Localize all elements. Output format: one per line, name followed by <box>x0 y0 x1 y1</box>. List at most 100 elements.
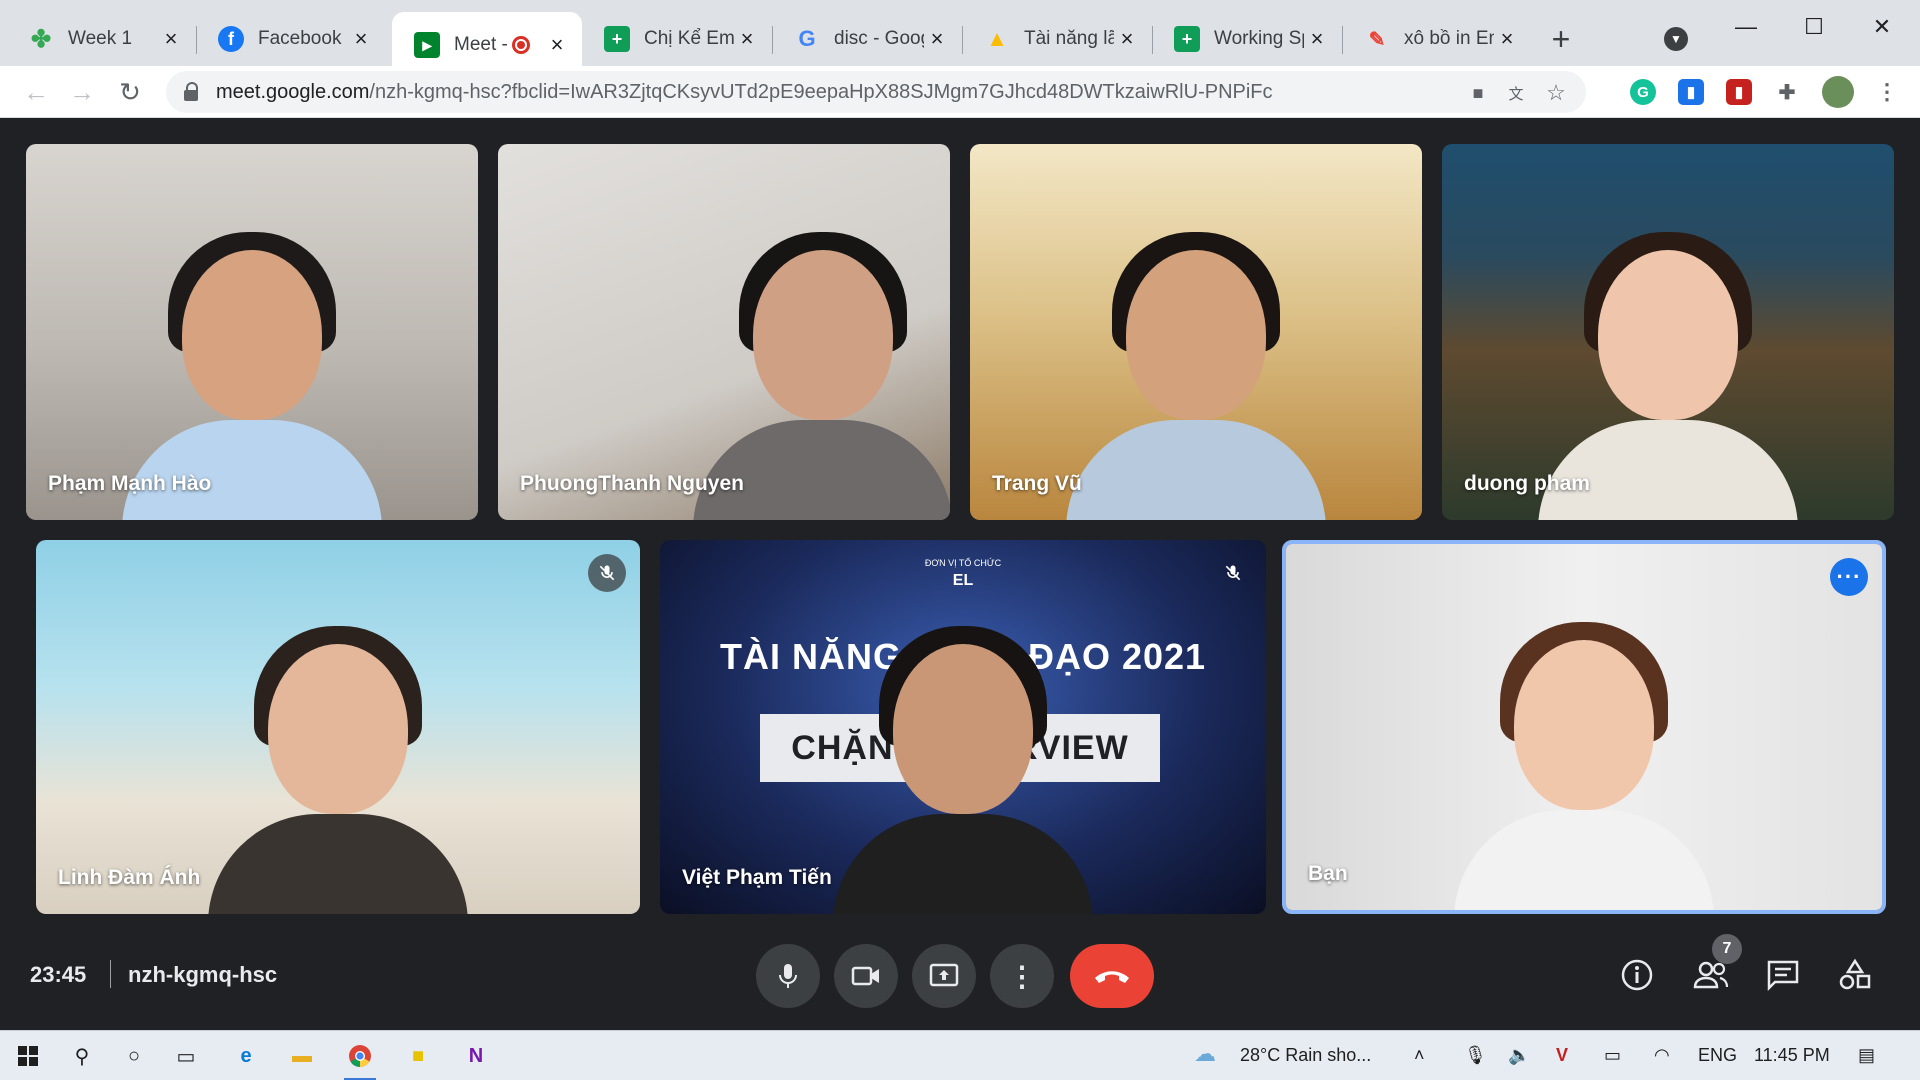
close-tab-icon[interactable]: × <box>924 26 950 52</box>
tab-translate[interactable]: ✎ xô bồ in Eng × <box>1342 12 1532 66</box>
microphone-button[interactable] <box>756 944 820 1008</box>
extensions-puzzle-icon[interactable]: ✚ <box>1774 79 1800 105</box>
forward-button[interactable]: → <box>64 74 100 110</box>
windows-taskbar: ⚲ ○ ▭ e ▬ ■ N ☁ 28°C Rain sho... ˄ 🎙 🔈 V… <box>0 1030 1920 1080</box>
minimize-button[interactable]: — <box>1726 10 1766 44</box>
camera-button[interactable] <box>834 944 898 1008</box>
close-tab-icon[interactable]: × <box>544 32 570 58</box>
task-view-icon[interactable]: ▭ <box>166 1037 206 1075</box>
tab-google-search[interactable]: G disc - Goog × <box>772 12 963 66</box>
blue-extension-icon[interactable]: ▮ <box>1678 79 1704 105</box>
translate-icon: ✎ <box>1368 28 1386 51</box>
sheets-icon: + <box>604 26 630 52</box>
search-icon[interactable]: ⚲ <box>62 1037 102 1075</box>
muted-mic-icon <box>588 554 626 592</box>
red-extension-icon[interactable]: ▮ <box>1726 79 1752 105</box>
address-bar[interactable]: meet.google.com/nzh-kgmq-hsc?fbclid=IwAR… <box>166 71 1586 113</box>
tab-drive[interactable]: ▲ Tài năng lãn × <box>962 12 1153 66</box>
close-tab-icon[interactable]: × <box>348 26 374 52</box>
chrome-logo-icon <box>349 1045 371 1067</box>
maximize-button[interactable]: ☐ <box>1794 10 1834 44</box>
sheets-icon: + <box>1174 26 1200 52</box>
present-icon <box>929 963 959 987</box>
browser-menu-icon[interactable]: ⋮ <box>1874 79 1900 105</box>
v-app-tray-icon[interactable]: V <box>1556 1045 1568 1066</box>
tab-week-1[interactable]: ✤ Week 1 × <box>6 12 197 66</box>
meeting-details-button[interactable] <box>1612 950 1662 1000</box>
battery-icon[interactable]: ▭ <box>1604 1045 1621 1066</box>
activities-button[interactable] <box>1830 950 1880 1000</box>
participant-video <box>1454 610 1714 910</box>
lock-icon[interactable] <box>184 82 200 102</box>
divider <box>110 960 111 988</box>
participant-name: Trang Vũ <box>992 472 1082 495</box>
close-tab-icon[interactable]: × <box>734 26 760 52</box>
present-screen-button[interactable] <box>912 944 976 1008</box>
volume-icon[interactable]: 🔈 <box>1508 1045 1530 1066</box>
profile-avatar[interactable] <box>1822 76 1854 108</box>
cortana-icon[interactable]: ○ <box>114 1037 154 1075</box>
tab-working-space[interactable]: + Working Sp × <box>1152 12 1343 66</box>
more-options-button[interactable]: ⋮ <box>990 944 1054 1008</box>
close-tab-icon[interactable]: × <box>1494 26 1520 52</box>
participant-name: Linh Đàm Ánh <box>58 866 201 889</box>
participant-tile[interactable]: PhuongThanh Nguyen <box>498 144 950 520</box>
participant-video <box>1066 220 1326 520</box>
clover-icon: ✤ <box>30 25 52 53</box>
shapes-icon <box>1839 958 1871 990</box>
grammarly-extension-icon[interactable]: G <box>1630 79 1656 105</box>
tab-facebook[interactable]: f Facebook × <box>196 12 386 66</box>
virtual-background-org-label: ĐƠN VỊ TỔ CHỨC <box>924 558 1002 568</box>
tab-search-icon[interactable]: ▼ <box>1664 27 1688 51</box>
screen: ✤ Week 1 × f Facebook × ▸ Meet - × + Chị… <box>0 0 1920 1080</box>
new-tab-button[interactable]: + <box>1544 21 1578 57</box>
taskbar-clock[interactable]: 11:45 PM <box>1754 1045 1830 1066</box>
close-tab-icon[interactable]: × <box>158 26 184 52</box>
bookmark-star-icon[interactable]: ☆ <box>1544 80 1568 105</box>
chat-button[interactable] <box>1758 950 1808 1000</box>
notifications-icon[interactable]: ▤ <box>1858 1045 1875 1066</box>
meeting-clock: 23:45 <box>30 962 87 987</box>
hang-up-icon <box>1095 971 1129 983</box>
participant-tile[interactable]: Trang Vũ <box>970 144 1422 520</box>
microphone-tray-icon[interactable]: 🎙 <box>1464 1045 1487 1066</box>
microphone-icon <box>779 964 797 988</box>
wifi-icon[interactable]: ◠ <box>1654 1045 1670 1066</box>
participant-tile[interactable]: Linh Đàm Ánh <box>36 540 640 914</box>
close-window-button[interactable]: ✕ <box>1862 10 1902 44</box>
meeting-code: nzh-kgmq-hsc <box>128 962 278 987</box>
show-hidden-icons-icon[interactable]: ˄ <box>1414 1045 1425 1066</box>
translate-page-icon[interactable]: 文 <box>1504 81 1528 105</box>
input-language[interactable]: ENG <box>1698 1045 1737 1066</box>
meet-icon: ▸ <box>414 32 440 58</box>
edge-icon[interactable]: e <box>226 1037 266 1075</box>
info-icon <box>1621 959 1653 991</box>
more-options-button[interactable]: ··· <box>1830 558 1868 596</box>
chat-icon <box>1767 960 1799 991</box>
tab-sheets-chi-ke-em[interactable]: + Chị Kể Em N × <box>582 12 773 66</box>
chrome-icon[interactable] <box>340 1037 380 1080</box>
facebook-icon: f <box>218 26 244 52</box>
file-explorer-icon[interactable]: ▬ <box>282 1037 322 1075</box>
windows-start-button[interactable] <box>8 1037 48 1075</box>
participant-count-badge: 7 <box>1712 934 1742 964</box>
reload-button[interactable]: ↻ <box>112 74 148 110</box>
participant-tile[interactable]: ĐƠN VỊ TỔ CHỨC EL TÀI NĂNG LÃNH ĐẠO 2021… <box>660 540 1266 914</box>
camera-in-use-icon[interactable]: ■ <box>1466 81 1490 105</box>
participant-video <box>208 614 468 914</box>
participant-tile[interactable]: duong pham <box>1442 144 1894 520</box>
participant-tile[interactable]: Phạm Mạnh Hào <box>26 144 478 520</box>
browser-toolbar: ← → ↻ meet.google.com/nzh-kgmq-hsc?fbcli… <box>0 66 1920 118</box>
back-button[interactable]: ← <box>18 74 54 110</box>
self-view-tile[interactable]: ··· Bạn <box>1282 540 1886 914</box>
leave-call-button[interactable] <box>1070 944 1154 1008</box>
close-tab-icon[interactable]: × <box>1304 26 1330 52</box>
weather-widget[interactable]: 28°C Rain sho... <box>1240 1045 1371 1066</box>
close-tab-icon[interactable]: × <box>1114 26 1140 52</box>
camera-icon <box>851 966 879 986</box>
meet-video-grid: Phạm Mạnh Hào PhuongThanh Nguyen Trang V… <box>4 118 1916 1030</box>
onenote-icon[interactable]: N <box>456 1037 496 1075</box>
weather-icon[interactable]: ☁ <box>1194 1041 1216 1067</box>
sticky-notes-icon[interactable]: ■ <box>398 1037 438 1075</box>
recording-icon <box>512 36 530 54</box>
